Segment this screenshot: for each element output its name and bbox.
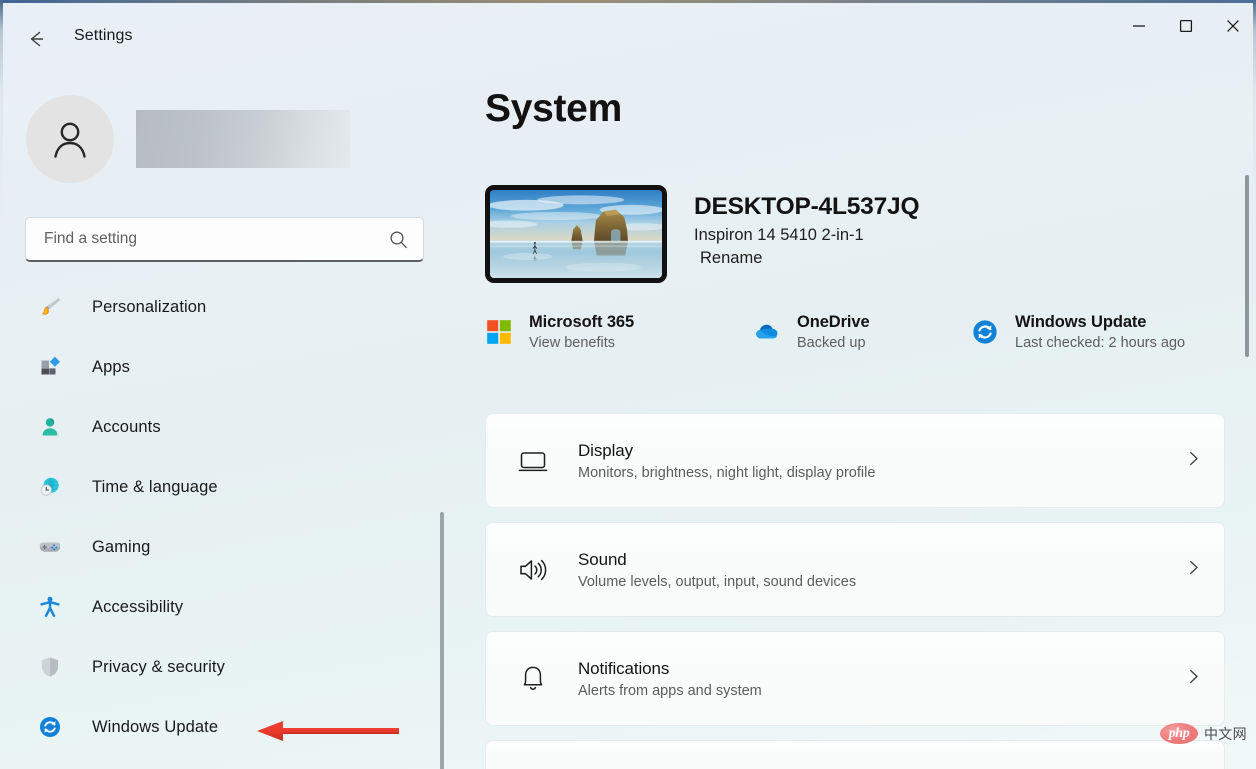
sidebar-item-gaming[interactable]: Gaming [0,517,448,577]
person-icon [38,415,62,439]
onedrive-cloud-icon [753,318,781,346]
globe-clock-icon [38,475,62,499]
close-button[interactable] [1209,3,1256,49]
bell-icon [516,662,550,696]
quicklink-title: Microsoft 365 [529,313,635,331]
maximize-button[interactable] [1162,3,1209,49]
minimize-icon [1132,25,1145,27]
monitor-icon [516,444,550,478]
shield-icon [38,655,62,679]
window-controls [1115,3,1256,49]
sync-refresh-icon [38,715,62,739]
quicklink-subtitle: View benefits [529,335,615,351]
speaker-icon [516,553,550,587]
settings-card-partial[interactable] [485,740,1225,769]
search-field[interactable] [25,217,424,262]
quicklink-title: Windows Update [1015,313,1147,331]
avatar [26,95,114,183]
back-arrow-icon [30,31,44,47]
quicklink-windows-update[interactable]: Windows Update Last checked: 2 hours ago [971,313,1185,351]
apps-grid-icon [38,355,62,379]
sidebar-item-privacy-security[interactable]: Privacy & security [0,637,448,697]
sidebar-item-personalization[interactable]: Personalization [0,277,448,337]
quicklink-subtitle: Last checked: 2 hours ago [1015,335,1186,351]
back-button[interactable] [18,22,54,56]
sidebar-item-windows-update[interactable]: Windows Update [0,697,448,757]
sidebar-item-time-language[interactable]: Time & language [0,457,448,517]
accessibility-person-icon [38,595,62,619]
sidebar-scrollbar[interactable] [440,512,444,769]
microsoft-logo-icon [485,318,513,346]
main-scrollbar[interactable] [1245,175,1249,357]
title-bar: Settings [0,3,1256,69]
search-icon[interactable] [388,229,409,250]
close-icon [1226,20,1239,32]
search-box[interactable] [25,217,424,262]
device-summary: DESKTOP-4L537JQ Inspiron 14 5410 2-in-1 … [485,185,920,283]
device-model: Inspiron 14 5410 2-in-1 [694,226,864,245]
desktop-wallpaper-thumbnail [485,185,667,283]
quicklink-title: OneDrive [797,313,870,331]
sidebar-item-label: Privacy & security [92,657,225,676]
chevron-right-icon[interactable] [1185,668,1202,690]
paintbrush-icon [38,295,62,319]
device-name: DESKTOP-4L537JQ [694,193,920,220]
quick-links: Microsoft 365 View benefits OneDrive Bac… [485,313,1245,351]
sidebar-item-accessibility[interactable]: Accessibility [0,577,448,637]
sidebar-item-label: Apps [92,357,131,376]
sidebar-item-label: Accounts [92,417,161,436]
sidebar-nav: Personalization Apps Accounts Time & lan… [0,277,448,757]
sidebar: Personalization Apps [0,69,448,769]
sidebar-item-label: Personalization [92,297,207,316]
account-name-redacted [136,110,350,168]
minimize-button[interactable] [1115,3,1162,49]
chevron-right-icon[interactable] [1185,559,1202,581]
card-title: Display [578,440,634,460]
sidebar-item-label: Windows Update [92,717,219,736]
rename-link[interactable]: Rename [700,249,762,268]
quicklink-microsoft-365[interactable]: Microsoft 365 View benefits [485,313,753,351]
sidebar-item-label: Time & language [92,477,218,496]
user-profile[interactable] [26,95,350,183]
window-title: Settings [74,27,133,44]
card-subtitle: Alerts from apps and system [578,682,762,699]
settings-cards: Display Monitors, brightness, night ligh… [485,413,1225,769]
sidebar-item-apps[interactable]: Apps [0,337,448,397]
settings-card-sound[interactable]: Sound Volume levels, output, input, soun… [485,522,1225,617]
maximize-icon [1179,19,1192,33]
sidebar-item-label: Gaming [92,537,151,556]
chevron-right-icon[interactable] [1185,450,1202,472]
search-input[interactable] [44,230,388,248]
person-avatar-icon [54,122,86,158]
quicklink-subtitle: Backed up [797,335,866,351]
page-title: System [485,87,622,130]
card-title: Notifications [578,658,670,678]
sync-refresh-icon [971,318,999,346]
sidebar-item-label: Accessibility [92,597,184,616]
device-info: DESKTOP-4L537JQ Inspiron 14 5410 2-in-1 … [694,185,920,268]
settings-card-notifications[interactable]: Notifications Alerts from apps and syste… [485,631,1225,726]
settings-card-display[interactable]: Display Monitors, brightness, night ligh… [485,413,1225,508]
card-title: Sound [578,549,627,569]
quicklink-onedrive[interactable]: OneDrive Backed up [753,313,971,351]
sidebar-item-accounts[interactable]: Accounts [0,397,448,457]
settings-window: Settings Find a setting Personalization … [0,0,1256,769]
card-subtitle: Volume levels, output, input, sound devi… [578,573,857,590]
card-subtitle: Monitors, brightness, night light, displ… [578,464,876,481]
main-content: System DESKTOP-4L537JQ Inspiron 14 5410 … [448,69,1256,769]
gamepad-icon [38,535,62,559]
